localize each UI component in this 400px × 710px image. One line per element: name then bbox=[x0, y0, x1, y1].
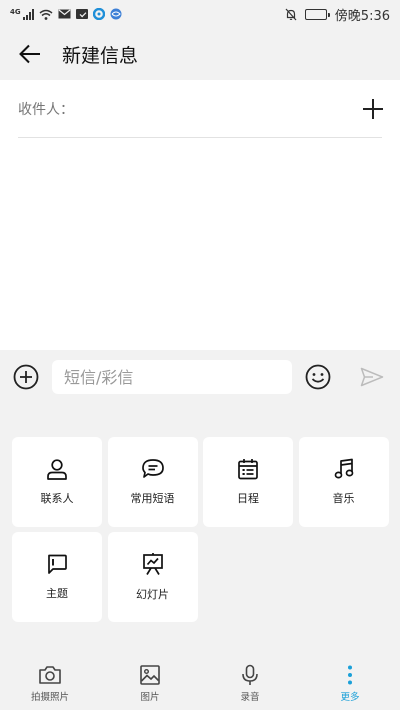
tile-label: 主题 bbox=[46, 587, 68, 600]
status-bar: 4G 傍晚5:36 bbox=[0, 0, 400, 28]
tab-record-audio[interactable]: 录音 bbox=[200, 660, 300, 710]
slideshow-icon bbox=[142, 553, 163, 575]
microphone-icon bbox=[242, 664, 258, 685]
tile-calendar[interactable]: 日程 bbox=[203, 437, 293, 527]
tab-label: 更多 bbox=[340, 692, 360, 703]
emoji-icon bbox=[305, 364, 331, 390]
wifi-icon bbox=[39, 9, 53, 20]
network-type-label: 4G bbox=[10, 8, 21, 16]
camera-icon bbox=[39, 666, 61, 684]
app-notification-icon bbox=[75, 9, 88, 19]
tile-label: 日程 bbox=[237, 492, 259, 505]
music-icon bbox=[334, 458, 353, 479]
browser-notification-icon bbox=[110, 8, 122, 20]
tab-more[interactable]: 更多 bbox=[300, 660, 400, 710]
add-circle-icon bbox=[13, 364, 39, 390]
attach-button[interactable] bbox=[0, 350, 52, 404]
tile-label: 常用短语 bbox=[130, 492, 175, 505]
tile-label: 音乐 bbox=[332, 492, 355, 505]
recipient-input[interactable] bbox=[74, 88, 358, 129]
tab-label: 录音 bbox=[240, 692, 260, 703]
tile-slideshow[interactable]: 幻灯片 bbox=[107, 532, 198, 622]
back-arrow-icon bbox=[19, 44, 40, 64]
send-button[interactable] bbox=[344, 350, 400, 404]
tile-label: 幻灯片 bbox=[136, 588, 169, 601]
tile-subject[interactable]: 主题 bbox=[12, 532, 102, 622]
signal-icon bbox=[22, 8, 34, 20]
mail-notification-icon bbox=[58, 9, 71, 19]
tile-contacts[interactable]: 联系人 bbox=[12, 437, 102, 527]
page-title: 新建信息 bbox=[62, 44, 139, 67]
more-icon bbox=[348, 665, 352, 685]
recipient-label: 收件人： bbox=[18, 101, 74, 118]
recipient-row: 收件人： bbox=[18, 80, 383, 138]
compose-area: 收件人： bbox=[0, 80, 400, 350]
subject-icon bbox=[48, 554, 67, 574]
message-input[interactable] bbox=[52, 360, 292, 394]
tile-music[interactable]: 音乐 bbox=[298, 437, 389, 527]
tab-take-photo[interactable]: 拍摄照片 bbox=[0, 660, 100, 710]
send-icon bbox=[360, 367, 384, 387]
contact-icon bbox=[47, 459, 67, 480]
image-icon bbox=[140, 665, 160, 685]
app-notification-icon-2 bbox=[92, 8, 105, 20]
calendar-icon bbox=[238, 459, 258, 480]
back-button[interactable] bbox=[0, 28, 60, 80]
mute-bell-icon bbox=[285, 8, 297, 20]
tab-label: 拍摄照片 bbox=[30, 692, 69, 703]
tab-pictures[interactable]: 图片 bbox=[100, 660, 200, 710]
plus-icon bbox=[363, 98, 383, 119]
tile-common-phrases[interactable]: 常用短语 bbox=[107, 437, 198, 527]
tile-label: 联系人 bbox=[40, 492, 74, 505]
tab-label: 图片 bbox=[140, 692, 160, 703]
bottom-tab-bar: 拍摄照片 图片 录音 更多 bbox=[0, 660, 400, 710]
message-input-bar bbox=[0, 350, 400, 404]
emoji-button[interactable] bbox=[292, 350, 344, 404]
attachment-grid: 联系人 常用短语 日程 音乐 主题 幻灯片 bbox=[12, 437, 390, 622]
add-recipient-button[interactable] bbox=[358, 94, 388, 124]
app-header: 新建信息 bbox=[0, 28, 400, 80]
battery-icon bbox=[304, 8, 330, 20]
status-time: 傍晚5:36 bbox=[334, 8, 390, 24]
phrases-icon bbox=[141, 459, 164, 478]
